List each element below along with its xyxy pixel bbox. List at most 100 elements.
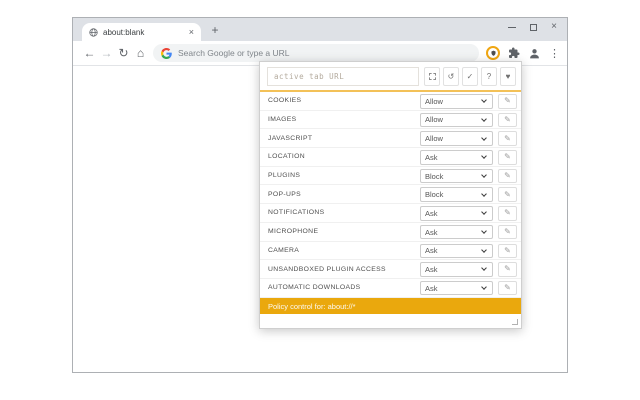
google-g-icon (161, 47, 172, 59)
back-icon[interactable]: ← (81, 46, 98, 60)
edit-javascript-button[interactable]: ✎ (498, 131, 517, 146)
row-microphone: MICROPHONE Ask ✎ (260, 223, 521, 242)
chevron-down-icon (481, 209, 487, 216)
javascript-select[interactable]: Allow (420, 131, 493, 146)
automatic-downloads-select[interactable]: Ask (420, 280, 493, 296)
chevron-down-icon (481, 284, 487, 291)
undo-icon: ↺ (447, 72, 455, 81)
edit-notifications-button[interactable]: ✎ (498, 206, 517, 221)
menu-kebab-icon[interactable]: ⋮ (549, 47, 560, 60)
resize-handle-icon[interactable] (512, 319, 518, 325)
microphone-select[interactable]: Ask (420, 224, 493, 240)
camera-select[interactable]: Ask (420, 243, 493, 259)
edit-camera-button[interactable]: ✎ (498, 243, 517, 259)
row-images: IMAGES Allow ✎ (260, 111, 521, 130)
chevron-down-icon (481, 134, 487, 141)
chevron-down-icon (481, 153, 487, 160)
popup-header: ↺ ✓ ? ♥ (260, 62, 521, 92)
setting-label: NOTIFICATIONS (268, 209, 325, 217)
setting-label: CAMERA (268, 246, 300, 254)
extension-popup: ↺ ✓ ? ♥ COOKIES Allow ✎ IMAGES Allow ✎ J… (259, 61, 522, 329)
notifications-select[interactable]: Ask (420, 206, 493, 221)
home-icon[interactable]: ⌂ (132, 46, 149, 60)
edit-images-button[interactable]: ✎ (498, 112, 517, 128)
popups-select[interactable]: Block (420, 187, 493, 203)
browser-window: about:blank × + × ← → ↻ ⌂ Search Google … (72, 17, 568, 373)
profile-avatar-icon[interactable] (528, 47, 541, 60)
pencil-icon: ✎ (504, 245, 511, 255)
pencil-icon: ✎ (504, 208, 511, 218)
window-close-icon[interactable]: × (551, 22, 557, 32)
pencil-icon: ✎ (504, 264, 511, 274)
edit-popups-button[interactable]: ✎ (498, 187, 517, 203)
pencil-icon: ✎ (504, 133, 511, 143)
pencil-icon: ✎ (504, 283, 511, 293)
expand-button[interactable] (424, 67, 440, 86)
forward-icon[interactable]: → (98, 46, 115, 60)
help-button[interactable]: ? (481, 67, 497, 86)
minimize-icon[interactable] (508, 26, 517, 28)
setting-label: COOKIES (268, 97, 302, 105)
chevron-down-icon (481, 97, 487, 104)
setting-label: IMAGES (268, 116, 297, 124)
check-icon: ✓ (466, 72, 474, 81)
row-unsandboxed-plugin-access: UNSANDBOXED PLUGIN ACCESS Ask ✎ (260, 260, 521, 279)
pencil-icon: ✎ (504, 171, 511, 181)
tab-close-icon[interactable]: × (189, 27, 194, 37)
omnibox[interactable] (153, 44, 479, 62)
plugins-select[interactable]: Block (420, 168, 493, 184)
setting-label: PLUGINS (268, 172, 301, 180)
tab-about-blank[interactable]: about:blank × (82, 23, 201, 41)
chevron-down-icon (481, 116, 487, 122)
pencil-icon: ✎ (504, 227, 511, 237)
policy-banner-text: Policy control for: about://* (268, 301, 356, 311)
extensions-puzzle-icon[interactable] (508, 47, 520, 59)
location-select[interactable]: Ask (420, 150, 493, 165)
chevron-down-icon (481, 246, 487, 253)
reload-icon[interactable]: ↻ (115, 46, 132, 60)
setting-label: POP-UPS (268, 190, 302, 198)
images-select[interactable]: Allow (420, 112, 493, 128)
setting-label: LOCATION (268, 153, 306, 161)
pattern-input[interactable] (267, 67, 419, 86)
chevron-down-icon (481, 190, 487, 197)
settings-list: COOKIES Allow ✎ IMAGES Allow ✎ JAVASCRIP… (260, 92, 521, 298)
edit-cookies-button[interactable]: ✎ (498, 94, 517, 109)
row-plugins: PLUGINS Block ✎ (260, 167, 521, 186)
row-javascript: JAVASCRIPT Allow ✎ (260, 129, 521, 149)
edit-automatic-downloads-button[interactable]: ✎ (498, 280, 517, 296)
row-automatic-downloads: AUTOMATIC DOWNLOADS Ask ✎ (260, 279, 521, 298)
unsandboxed-plugin-access-select[interactable]: Ask (420, 262, 493, 277)
row-notifications: NOTIFICATIONS Ask ✎ (260, 204, 521, 223)
edit-microphone-button[interactable]: ✎ (498, 224, 517, 240)
chevron-down-icon (481, 265, 487, 272)
edit-unsandboxed-plugin-access-button[interactable]: ✎ (498, 262, 517, 277)
url-search-input[interactable] (178, 48, 471, 58)
pencil-icon: ✎ (504, 114, 511, 124)
question-icon: ? (486, 72, 492, 81)
chevron-down-icon (481, 172, 487, 178)
shield-icon (490, 50, 496, 56)
pencil-icon: ✎ (504, 189, 511, 199)
heart-icon: ♥ (505, 72, 511, 81)
cookies-select[interactable]: Allow (420, 94, 493, 109)
policy-banner: Policy control for: about://* (260, 298, 521, 314)
tab-strip: about:blank × + × (73, 18, 567, 41)
row-location: LOCATION Ask ✎ (260, 148, 521, 167)
reset-button[interactable]: ↺ (443, 67, 459, 86)
new-tab-button[interactable]: + (207, 22, 223, 38)
row-popups: POP-UPS Block ✎ (260, 185, 521, 205)
maximize-icon[interactable] (530, 23, 538, 31)
window-controls: × (508, 18, 561, 36)
edit-plugins-button[interactable]: ✎ (498, 168, 517, 184)
confirm-button[interactable]: ✓ (462, 67, 478, 86)
popup-header-buttons: ↺ ✓ ? ♥ (424, 67, 516, 86)
popup-footer (260, 314, 521, 328)
favorite-button[interactable]: ♥ (500, 67, 516, 86)
row-cookies: COOKIES Allow ✎ (260, 92, 521, 111)
extension-action-icon[interactable] (486, 46, 500, 60)
edit-location-button[interactable]: ✎ (498, 150, 517, 165)
row-camera: CAMERA Ask ✎ (260, 242, 521, 261)
pencil-icon: ✎ (504, 96, 511, 106)
globe-favicon-icon (89, 27, 98, 37)
